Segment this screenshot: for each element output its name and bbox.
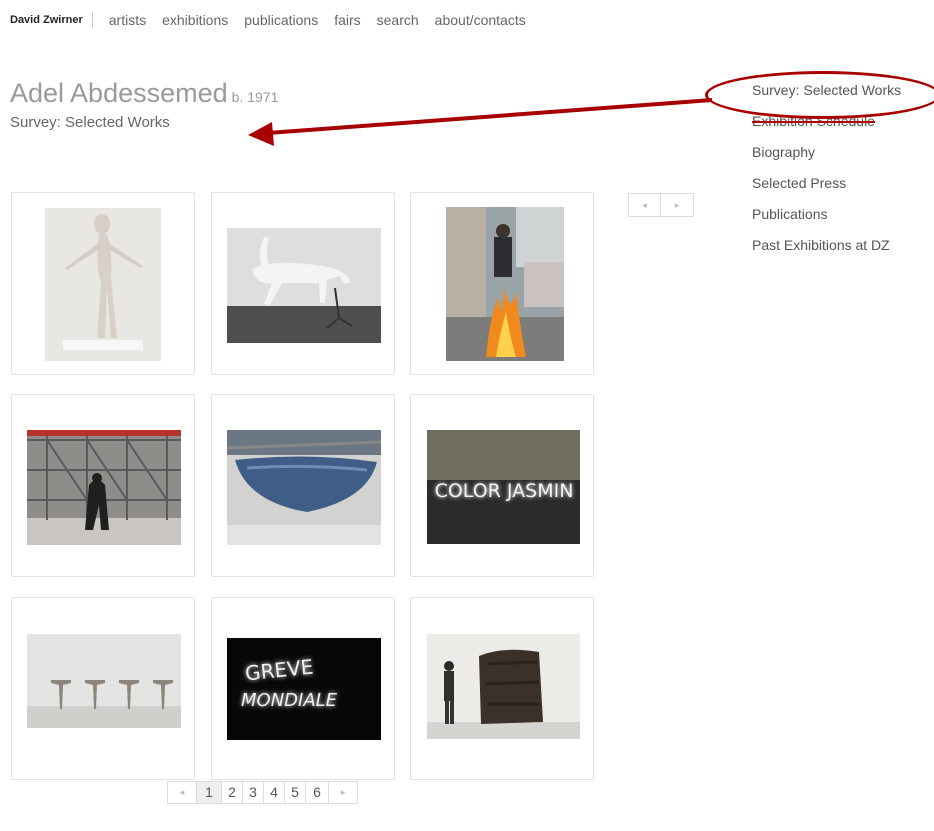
pagination: ◂ 1 2 3 4 5 6 ▸ — [167, 781, 358, 804]
artwork-tile[interactable]: COLOR JASMIN — [410, 394, 594, 577]
artwork-tile[interactable]: GREVE MONDIALE — [211, 597, 395, 780]
artwork-neon-text-line2: MONDIALE — [241, 690, 338, 711]
sidebar-item-past-exhibitions[interactable]: Past Exhibitions at DZ — [752, 235, 934, 266]
pager-page-6[interactable]: 6 — [305, 781, 329, 804]
artwork-tile[interactable] — [211, 192, 395, 375]
prev-arrow-button[interactable]: ◂ — [628, 193, 661, 217]
nav-link-search[interactable]: search — [377, 12, 419, 28]
annotation-ellipse — [705, 71, 934, 119]
four-crucifix-figures-icon — [27, 634, 181, 728]
slideshow-pager: ◂ ▸ — [628, 193, 694, 217]
nav-link-exhibitions[interactable]: exhibitions — [162, 12, 228, 28]
artwork-tile[interactable] — [211, 394, 395, 577]
brand-logo[interactable]: David Zwirner — [10, 12, 93, 28]
man-on-fire-street-photo-icon — [446, 207, 564, 361]
artist-name: Adel Abdessemed — [10, 78, 228, 108]
nav-link-publications[interactable]: publications — [244, 12, 318, 28]
white-horse-sculpture-icon — [227, 228, 381, 343]
top-navigation: David Zwirner artists exhibitions public… — [10, 10, 526, 30]
nav-link-fairs[interactable]: fairs — [334, 12, 360, 28]
sidebar-item-publications[interactable]: Publications — [752, 204, 934, 235]
pager-prev-button[interactable]: ◂ — [167, 781, 197, 804]
artwork-tile[interactable] — [11, 394, 195, 577]
pager-page-2[interactable]: 2 — [221, 781, 243, 804]
suspended-blue-boat-icon — [227, 430, 381, 545]
pager-page-3[interactable]: 3 — [242, 781, 264, 804]
pager-page-1[interactable]: 1 — [196, 781, 222, 804]
artwork-tile[interactable] — [11, 192, 195, 375]
dark-cube-with-man-icon — [427, 634, 580, 739]
nav-link-artists[interactable]: artists — [109, 12, 146, 28]
greve-mondiale-neon-text-icon: GREVE MONDIALE — [227, 638, 381, 740]
section-subtitle: Survey: Selected Works — [10, 114, 170, 131]
sidebar-item-selected-press[interactable]: Selected Press — [752, 173, 934, 204]
nav-link-about-contacts[interactable]: about/contacts — [435, 12, 526, 28]
artwork-tile[interactable] — [11, 597, 195, 780]
artist-birth-year: b. 1971 — [231, 89, 279, 105]
page-title: Adel Abdessemed b. 1971 — [10, 78, 278, 109]
artwork-neon-text: COLOR JASMIN — [434, 480, 574, 502]
sidebar-item-biography[interactable]: Biography — [752, 142, 934, 173]
next-arrow-button[interactable]: ▸ — [661, 193, 694, 217]
color-jasmin-neon-text-icon: COLOR JASMIN — [427, 430, 580, 544]
artwork-neon-text-line1: GREVE — [243, 654, 315, 686]
pager-next-button[interactable]: ▸ — [328, 781, 358, 804]
artwork-tile[interactable] — [410, 192, 594, 375]
artwork-tile[interactable] — [410, 597, 594, 780]
white-figure-sculpture-icon — [45, 208, 161, 361]
figures-in-scaffolding-icon — [27, 430, 181, 545]
pager-page-5[interactable]: 5 — [284, 781, 306, 804]
pager-page-4[interactable]: 4 — [263, 781, 285, 804]
